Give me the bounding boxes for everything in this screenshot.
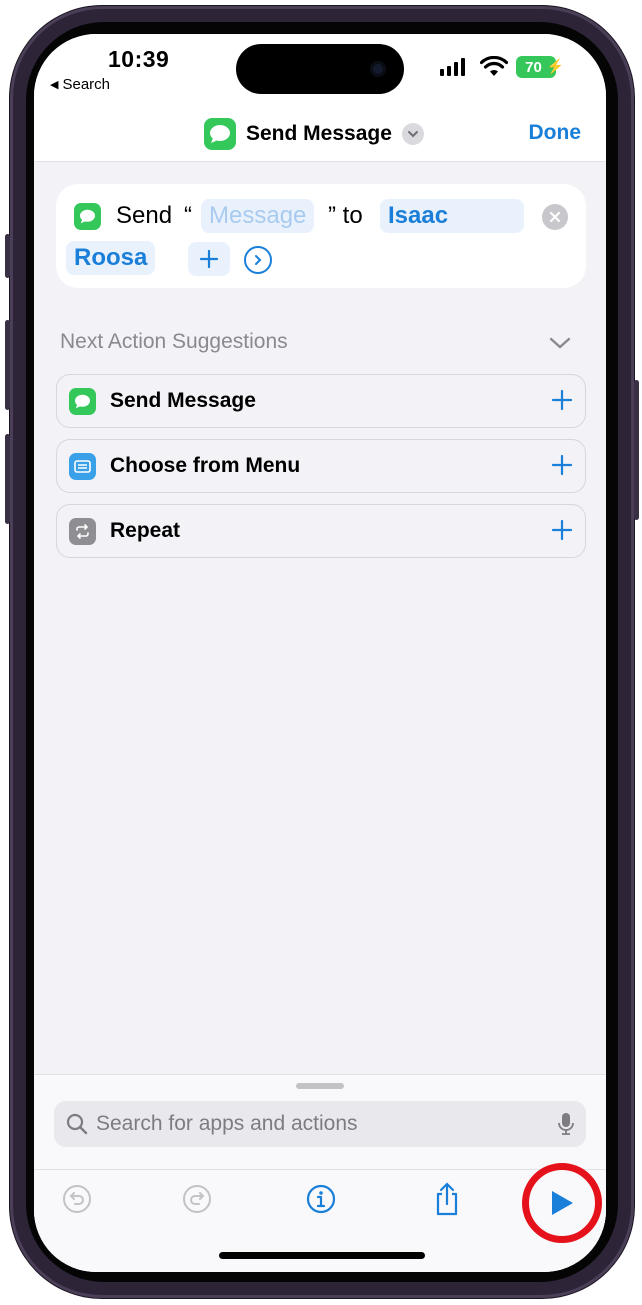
add-plus-icon[interactable]	[551, 454, 573, 476]
actions-bottom-sheet: Search for apps and actions	[34, 1074, 606, 1272]
cellular-signal-icon	[440, 58, 465, 76]
suggestion-label: Choose from Menu	[110, 454, 301, 477]
share-icon	[436, 1182, 458, 1216]
messages-icon	[74, 203, 101, 230]
volume-up-button	[5, 320, 10, 410]
battery-icon: 70 ⚡	[516, 56, 564, 78]
undo-button[interactable]	[60, 1182, 94, 1216]
suggestions-header: Next Action Suggestions	[60, 330, 288, 353]
add-plus-icon[interactable]	[551, 389, 573, 411]
info-icon	[306, 1184, 336, 1214]
suggestion-repeat[interactable]: Repeat	[56, 504, 586, 558]
close-quote-to: ” to	[328, 202, 363, 229]
back-triangle-icon: ◀	[50, 79, 59, 91]
run-shortcut-button[interactable]	[522, 1163, 602, 1243]
undo-icon	[63, 1185, 91, 1213]
message-parameter[interactable]: Message	[201, 199, 315, 233]
wifi-icon	[480, 56, 508, 76]
messages-icon	[204, 118, 236, 150]
status-time: 10:39	[108, 46, 170, 72]
messages-icon	[69, 388, 96, 415]
recipient-token-continued[interactable]: Roosa	[66, 241, 156, 275]
suggestion-choose-from-menu[interactable]: Choose from Menu	[56, 439, 586, 493]
info-button[interactable]	[304, 1182, 338, 1216]
microphone-icon[interactable]	[558, 1112, 574, 1136]
home-indicator	[219, 1252, 425, 1259]
open-quote: “	[184, 202, 192, 229]
play-icon	[552, 1191, 573, 1215]
chevron-right-icon	[255, 255, 262, 265]
shortcut-title-menu[interactable]: Send Message	[204, 118, 424, 150]
suggestion-label: Repeat	[110, 519, 181, 542]
search-field[interactable]: Search for apps and actions	[54, 1101, 586, 1147]
dynamic-island	[236, 44, 404, 94]
redo-button[interactable]	[180, 1182, 214, 1216]
redo-icon	[183, 1185, 211, 1213]
back-label: Search	[62, 76, 110, 93]
add-plus-icon[interactable]	[551, 519, 573, 541]
recipient-token[interactable]: Isaac	[380, 199, 524, 233]
add-recipient-button[interactable]	[188, 242, 230, 276]
navigation-bar: Send Message Done	[34, 112, 606, 162]
sheet-grabber[interactable]	[296, 1083, 344, 1089]
send-verb: Send	[116, 202, 173, 229]
volume-down-button	[5, 434, 10, 524]
send-message-action-card: Send “ Message ” to Isaac Roosa	[56, 184, 586, 288]
collapse-chevron-icon[interactable]	[548, 334, 572, 352]
search-placeholder: Search for apps and actions	[96, 1112, 358, 1135]
back-to-search-link[interactable]: ◀ Search	[50, 76, 110, 93]
action-button	[5, 234, 10, 278]
suggestion-send-message[interactable]: Send Message	[56, 374, 586, 428]
suggestion-label: Send Message	[110, 389, 256, 412]
share-button[interactable]	[430, 1182, 464, 1216]
chevron-down-icon	[401, 123, 424, 145]
done-button[interactable]: Done	[529, 121, 582, 145]
camera-icon	[370, 61, 386, 77]
battery-level: 70	[525, 58, 542, 76]
search-icon	[66, 1113, 88, 1135]
remove-action-button[interactable]	[542, 204, 568, 230]
expand-options-button[interactable]	[244, 246, 272, 274]
power-button	[634, 380, 639, 520]
plus-icon	[199, 249, 219, 269]
screen: 10:39 ◀ Search 70 ⚡ Send Message Done Se…	[34, 34, 606, 1272]
menu-icon	[69, 453, 96, 480]
charging-bolt-icon: ⚡	[546, 58, 564, 74]
nav-title: Send Message	[246, 122, 392, 145]
repeat-icon	[69, 518, 96, 545]
